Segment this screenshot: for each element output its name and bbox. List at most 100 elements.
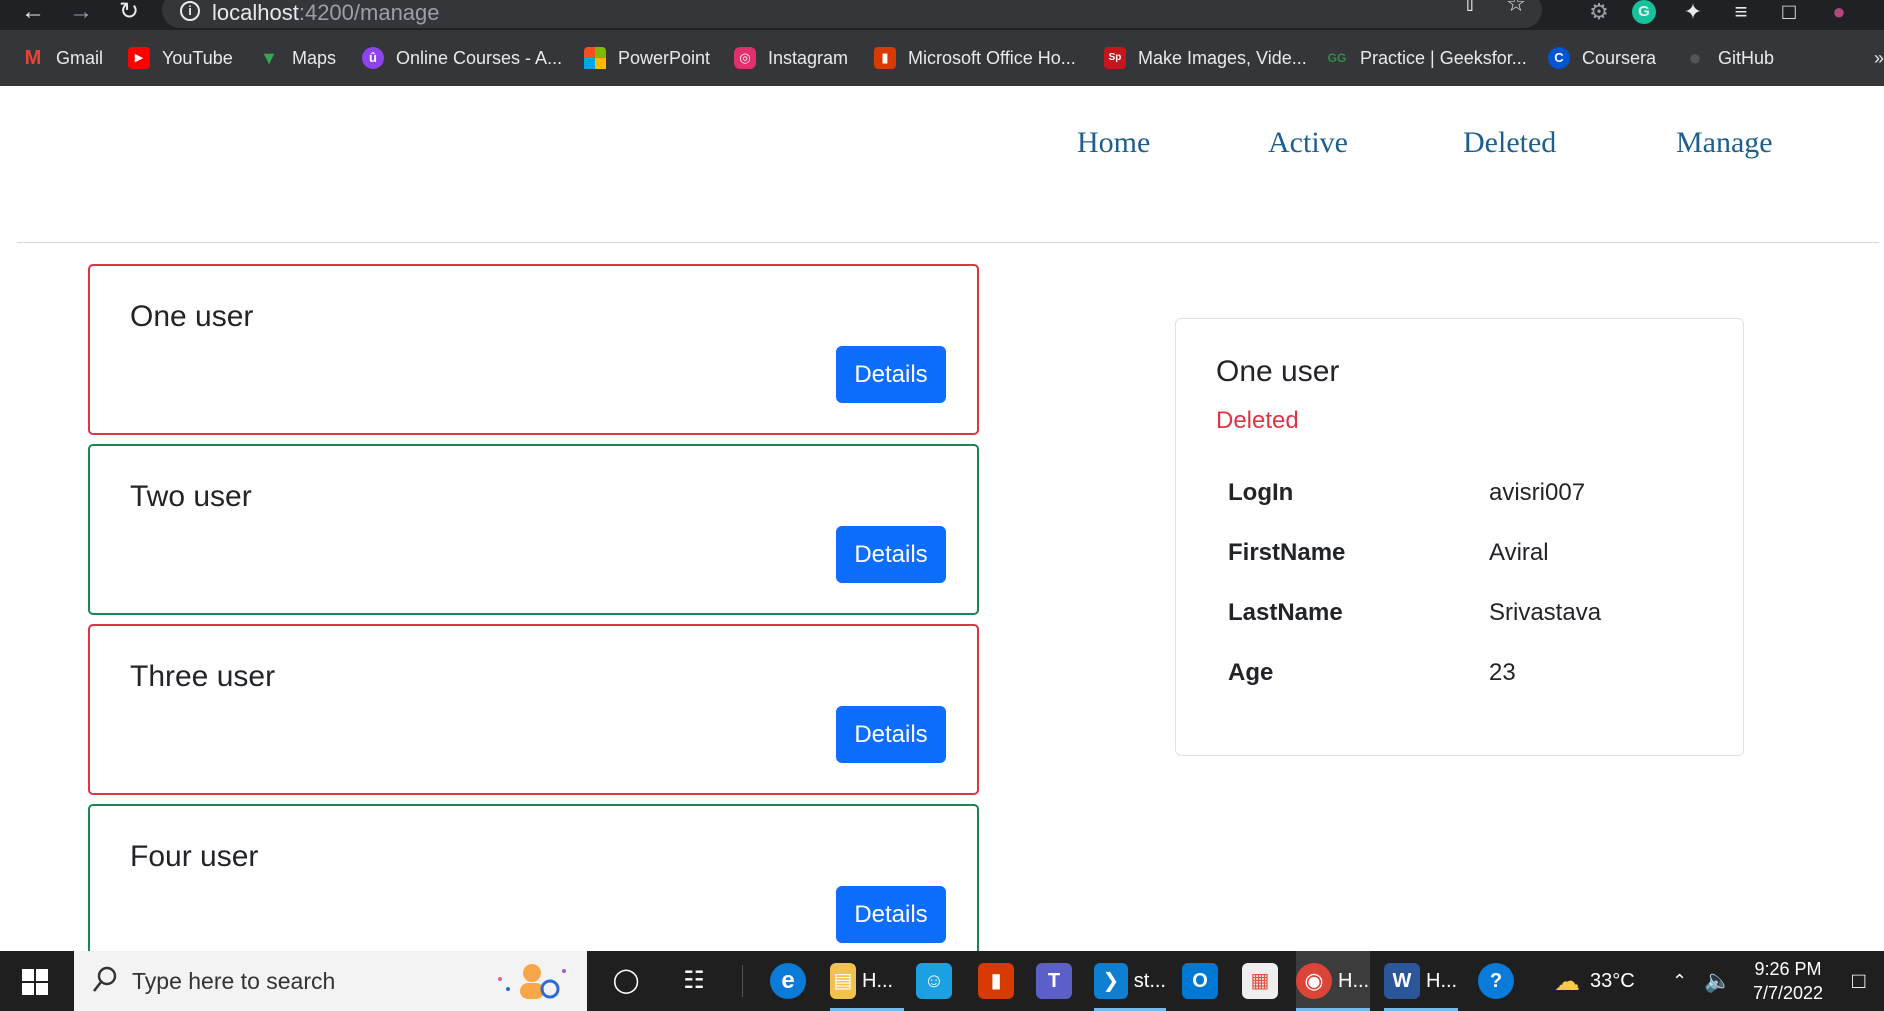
address-bar-url[interactable]: localhost:4200/manage — [212, 0, 440, 26]
word-icon: W — [1384, 963, 1420, 999]
taskbar-app-label: H... — [862, 969, 894, 992]
microsoft-logo-icon — [584, 47, 606, 69]
bookmark-online-courses[interactable]: û Online Courses - A... — [362, 44, 562, 72]
forward-arrow-icon[interactable]: → — [66, 0, 96, 26]
nav-link-home[interactable]: Home — [1077, 126, 1150, 160]
vscode-icon: ❯ — [1094, 963, 1128, 999]
back-arrow-icon[interactable]: ← — [18, 0, 48, 26]
taskbar-app-label: H... — [1338, 969, 1370, 992]
windows-start-icon[interactable] — [22, 969, 48, 995]
search-highlight-art-icon — [492, 959, 572, 1003]
nav-link-deleted[interactable]: Deleted — [1463, 126, 1556, 160]
bookmark-star-icon[interactable]: ☆ — [1502, 0, 1530, 18]
detail-key: LastName — [1228, 599, 1343, 626]
taskbar-vscode[interactable]: ❯ st... — [1094, 951, 1166, 1011]
bookmark-label: Gmail — [56, 47, 104, 68]
detail-key: Age — [1228, 659, 1274, 686]
taskbar-people[interactable]: ☺ — [916, 951, 962, 1011]
header-divider — [17, 242, 1879, 243]
bookmark-youtube[interactable]: ▶ YouTube — [128, 44, 233, 72]
taskbar-teams[interactable]: T — [1036, 951, 1082, 1011]
bookmark-maps[interactable]: ▼ Maps — [258, 44, 336, 72]
details-button[interactable]: Details — [836, 886, 946, 943]
notifications-icon[interactable]: □ — [1852, 951, 1865, 1011]
taskbar-edge[interactable]: e — [770, 951, 816, 1011]
taskbar-separator — [742, 965, 743, 997]
extensions-puzzle-icon[interactable]: ✦ — [1680, 0, 1706, 26]
bookmarks-more-chevron-icon[interactable]: » — [1874, 44, 1884, 72]
taskbar-clock[interactable]: 9:26 PM 7/7/2022 — [1730, 957, 1846, 1005]
store-icon: ▦ — [1242, 963, 1278, 999]
detail-value: 23 — [1489, 659, 1516, 686]
details-button[interactable]: Details — [836, 346, 946, 403]
tray-chevron-up-icon[interactable]: ⌃ — [1672, 951, 1687, 1011]
taskbar-help[interactable]: ? — [1478, 951, 1524, 1011]
bookmark-gmail[interactable]: M Gmail — [22, 44, 103, 72]
taskbar-app-label: H... — [1426, 969, 1458, 992]
user-card: Three user Details — [88, 624, 979, 795]
extension-robot-icon[interactable]: ⚙ — [1586, 0, 1612, 26]
taskbar-word[interactable]: W H... — [1384, 951, 1458, 1011]
search-icon — [92, 966, 117, 992]
grammarly-icon[interactable]: G — [1632, 0, 1656, 24]
taskbar-file-explorer[interactable]: ▤ H... — [830, 951, 904, 1011]
user-detail-panel: One user Deleted LogIn avisri007 FirstNa… — [1175, 318, 1744, 756]
taskbar-search-box[interactable]: Type here to search — [74, 951, 587, 1011]
taskbar-store[interactable]: ▦ — [1242, 951, 1288, 1011]
user-card: Four user Details — [88, 804, 979, 975]
github-icon: ● — [1688, 45, 1702, 70]
weather-temperature: 33°C — [1590, 969, 1635, 992]
detail-row-firstname: FirstName Aviral — [1228, 539, 1708, 571]
bookmark-label: Maps — [292, 47, 337, 68]
ms-logo-bottom — [584, 58, 606, 69]
detail-row-login: LogIn avisri007 — [1228, 479, 1708, 511]
detail-title: One user — [1216, 355, 1340, 388]
details-button[interactable]: Details — [836, 526, 946, 583]
detail-row-age: Age 23 — [1228, 659, 1708, 691]
detail-row-lastname: LastName Srivastava — [1228, 599, 1708, 631]
bookmark-microsoft-office[interactable]: ▮ Microsoft Office Ho... — [874, 44, 1076, 72]
detail-key: LogIn — [1228, 479, 1294, 506]
bookmark-coursera[interactable]: C Coursera — [1548, 44, 1656, 72]
volume-icon[interactable]: 🔈 — [1704, 951, 1731, 1011]
windows-logo-icon — [22, 969, 48, 995]
geeksforgeeks-icon: GG — [1327, 51, 1347, 65]
nav-link-manage[interactable]: Manage — [1676, 126, 1773, 160]
details-button[interactable]: Details — [836, 706, 946, 763]
detail-value: avisri007 — [1489, 479, 1586, 506]
office-icon: ▮ — [874, 47, 896, 69]
bookmarks-bar: M Gmail ▶ YouTube ▼ Maps û Online Course… — [0, 30, 1884, 86]
address-bar[interactable]: i localhost:4200/manage ⇧ ☆ — [162, 0, 1542, 28]
url-host: localhost — [212, 0, 299, 25]
url-path: :4200/manage — [298, 0, 440, 25]
edge-icon: e — [770, 963, 806, 999]
site-info-icon[interactable]: i — [180, 1, 200, 21]
bookmark-make-images[interactable]: Sp Make Images, Vide... — [1104, 44, 1307, 72]
detail-value: Srivastava — [1489, 599, 1602, 626]
bookmark-instagram[interactable]: ◎ Instagram — [734, 44, 848, 72]
taskbar-task-view[interactable]: ☷ — [676, 951, 716, 1011]
windows-taskbar: Type here to search ◯ ☷ e ▤ H... ☺ ▮ T ❯ s… — [0, 951, 1884, 1011]
nav-link-active[interactable]: Active — [1268, 126, 1348, 160]
taskbar-chrome[interactable]: ◉ H... — [1296, 951, 1370, 1011]
share-icon[interactable]: ⇧ — [1456, 0, 1484, 18]
instagram-icon: ◎ — [734, 47, 756, 69]
taskbar-outlook[interactable]: O — [1182, 951, 1228, 1011]
reload-icon[interactable]: ↻ — [114, 0, 144, 26]
side-panel-icon[interactable]: □ — [1776, 0, 1802, 26]
user-card-name: Four user — [130, 840, 259, 873]
bookmark-geeksforgeeks[interactable]: GG Practice | Geeksfor... — [1326, 44, 1527, 72]
profile-avatar-icon[interactable]: ● — [1826, 0, 1852, 26]
outlook-icon: O — [1182, 963, 1218, 999]
gmail-icon: M — [24, 47, 42, 69]
weather-widget[interactable]: ☁ 33°C — [1554, 951, 1635, 1011]
user-card-name: Three user — [130, 660, 276, 693]
media-control-icon[interactable]: ≡ — [1728, 0, 1754, 26]
bookmark-github[interactable]: ● GitHub — [1684, 44, 1774, 72]
bookmark-powerpoint[interactable]: PowerPoint — [584, 44, 710, 72]
udemy-icon: û — [362, 47, 384, 69]
taskbar-office[interactable]: ▮ — [978, 951, 1024, 1011]
taskbar-cortana[interactable]: ◯ — [608, 951, 648, 1011]
folder-icon: ▤ — [830, 963, 856, 999]
coursera-icon: C — [1548, 47, 1570, 69]
